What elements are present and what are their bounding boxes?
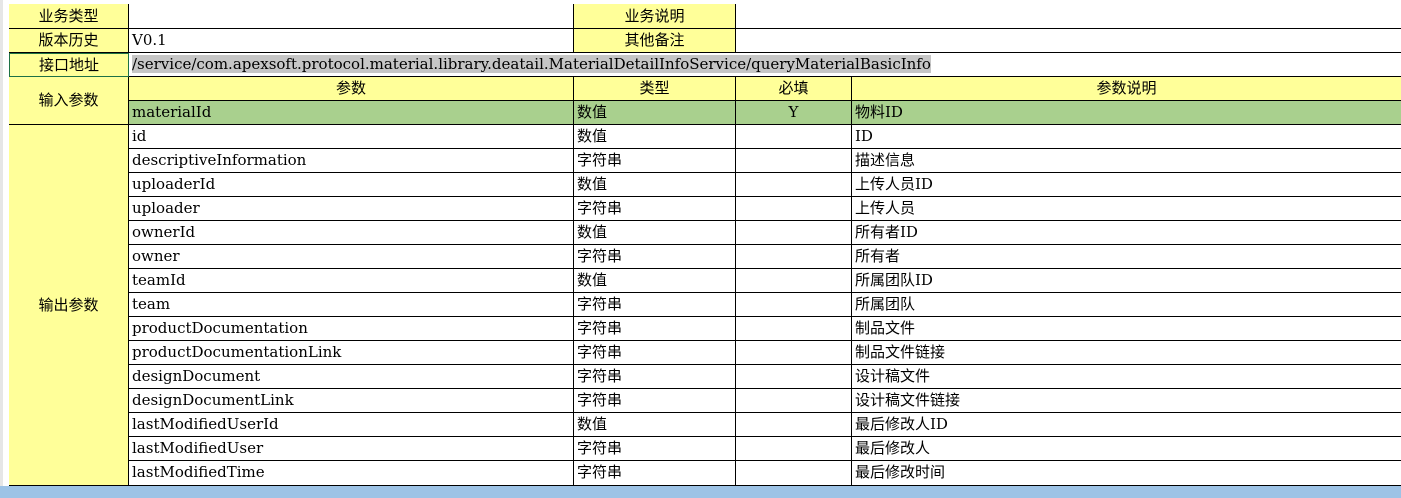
col-header-param[interactable]: 参数	[129, 77, 574, 101]
output-param-desc[interactable]: 最后修改人	[852, 437, 1401, 461]
col-header-required[interactable]: 必填	[736, 77, 852, 101]
output-param-name[interactable]: lastModifiedUserId	[129, 413, 574, 437]
output-param-required[interactable]	[736, 413, 852, 437]
output-param-type[interactable]: 字符串	[574, 389, 736, 413]
output-param-type[interactable]: 数值	[574, 221, 736, 245]
output-param-required[interactable]	[736, 317, 852, 341]
output-param-type[interactable]: 数值	[574, 173, 736, 197]
output-param-required[interactable]	[736, 365, 852, 389]
output-param-required[interactable]	[736, 125, 852, 149]
business-desc-value[interactable]	[736, 4, 1401, 29]
output-param-desc[interactable]: 所有者ID	[852, 221, 1401, 245]
output-param-required[interactable]	[736, 461, 852, 486]
output-param-name[interactable]: uploaderId	[129, 173, 574, 197]
output-param-required[interactable]	[736, 197, 852, 221]
output-param-type[interactable]: 字符串	[574, 317, 736, 341]
output-param-desc[interactable]: 设计稿文件	[852, 365, 1401, 389]
input-param-desc[interactable]: 物料ID	[852, 101, 1401, 125]
label-other-notes[interactable]: 其他备注	[574, 29, 736, 53]
output-param-required[interactable]	[736, 149, 852, 173]
output-param-required[interactable]	[736, 437, 852, 461]
output-param-name[interactable]: productDocumentationLink	[129, 341, 574, 365]
label-business-desc[interactable]: 业务说明	[574, 4, 736, 29]
output-param-type[interactable]: 字符串	[574, 197, 736, 221]
output-param-required[interactable]	[736, 341, 852, 365]
output-param-desc[interactable]: 上传人员ID	[852, 173, 1401, 197]
col-header-desc[interactable]: 参数说明	[852, 77, 1401, 101]
output-param-type[interactable]: 字符串	[574, 437, 736, 461]
output-param-desc[interactable]: 制品文件链接	[852, 341, 1401, 365]
output-param-required[interactable]	[736, 293, 852, 317]
business-type-value[interactable]	[129, 4, 574, 29]
output-param-required[interactable]	[736, 221, 852, 245]
output-param-required[interactable]	[736, 173, 852, 197]
output-param-type[interactable]: 字符串	[574, 365, 736, 389]
output-param-desc[interactable]: 最后修改时间	[852, 461, 1401, 486]
selection-strip	[0, 486, 1401, 498]
output-param-name[interactable]: designDocument	[129, 365, 574, 389]
label-business-type[interactable]: 业务类型	[9, 4, 129, 29]
label-api-address[interactable]: 接口地址	[9, 53, 129, 77]
output-param-name[interactable]: designDocumentLink	[129, 389, 574, 413]
output-param-desc[interactable]: 设计稿文件链接	[852, 389, 1401, 413]
output-param-type[interactable]: 数值	[574, 413, 736, 437]
output-param-desc[interactable]: 最后修改人ID	[852, 413, 1401, 437]
label-output-params[interactable]: 输出参数	[9, 125, 129, 486]
output-param-type[interactable]: 数值	[574, 269, 736, 293]
output-param-desc[interactable]: 描述信息	[852, 149, 1401, 173]
label-input-params[interactable]: 输入参数	[9, 77, 129, 125]
output-param-name[interactable]: lastModifiedTime	[129, 461, 574, 486]
output-param-type[interactable]: 字符串	[574, 245, 736, 269]
col-header-type[interactable]: 类型	[574, 77, 736, 101]
output-param-desc[interactable]: 所有者	[852, 245, 1401, 269]
row-header-gutter	[0, 0, 3, 486]
input-param-type[interactable]: 数值	[574, 101, 736, 125]
output-param-name[interactable]: id	[129, 125, 574, 149]
output-param-name[interactable]: team	[129, 293, 574, 317]
output-param-name[interactable]: owner	[129, 245, 574, 269]
output-param-type[interactable]: 数值	[574, 125, 736, 149]
output-param-required[interactable]	[736, 245, 852, 269]
input-param-name[interactable]: materialId	[129, 101, 574, 125]
output-param-desc[interactable]: 所属团队	[852, 293, 1401, 317]
api-url-text: /service/com.apexsoft.protocol.material.…	[132, 55, 931, 73]
output-param-type[interactable]: 字符串	[574, 293, 736, 317]
output-param-name[interactable]: lastModifiedUser	[129, 437, 574, 461]
output-param-desc[interactable]: ID	[852, 125, 1401, 149]
output-param-type[interactable]: 字符串	[574, 149, 736, 173]
output-param-required[interactable]	[736, 269, 852, 293]
api-url-value[interactable]: /service/com.apexsoft.protocol.material.…	[129, 53, 1401, 77]
output-param-name[interactable]: uploader	[129, 197, 574, 221]
output-param-desc[interactable]: 制品文件	[852, 317, 1401, 341]
output-param-name[interactable]: descriptiveInformation	[129, 149, 574, 173]
other-notes-value[interactable]	[736, 29, 1401, 53]
output-param-name[interactable]: productDocumentation	[129, 317, 574, 341]
output-param-desc[interactable]: 所属团队ID	[852, 269, 1401, 293]
output-param-name[interactable]: ownerId	[129, 221, 574, 245]
input-param-required[interactable]: Y	[736, 101, 852, 125]
output-param-desc[interactable]: 上传人员	[852, 197, 1401, 221]
output-param-type[interactable]: 字符串	[574, 341, 736, 365]
output-param-name[interactable]: teamId	[129, 269, 574, 293]
label-version-history[interactable]: 版本历史	[9, 29, 129, 53]
version-value[interactable]: V0.1	[129, 29, 574, 53]
output-param-required[interactable]	[736, 389, 852, 413]
output-param-type[interactable]: 字符串	[574, 461, 736, 486]
